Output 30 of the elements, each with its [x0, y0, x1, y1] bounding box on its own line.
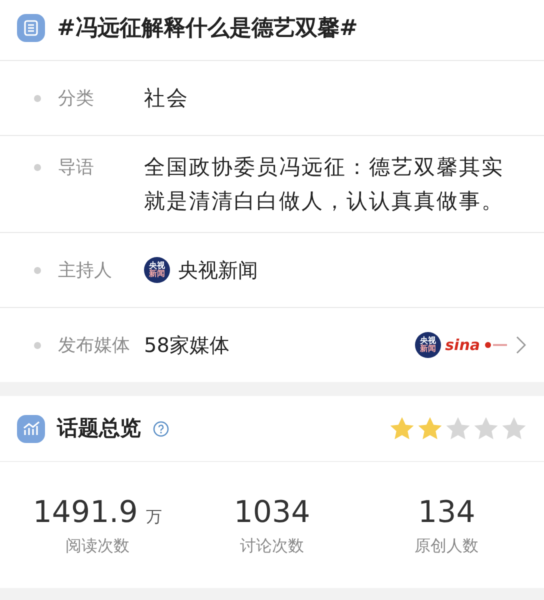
sina-logo: sina — [445, 334, 480, 356]
chart-icon — [17, 414, 45, 442]
stat-label: 阅读次数 — [65, 535, 130, 557]
host-name[interactable]: 央视新闻 — [178, 255, 258, 285]
media-count: 58家媒体 — [144, 332, 230, 359]
news-logo: 央视 新闻 — [415, 332, 442, 358]
stat-value: 1034 — [234, 496, 310, 530]
star-icon — [473, 416, 499, 441]
stat-label: 原创人数 — [414, 535, 479, 557]
detail-label: 主持人 — [58, 258, 112, 282]
star-icon — [501, 416, 527, 441]
detail-label: 发布媒体 — [58, 334, 130, 358]
star-icon — [445, 416, 471, 441]
chevron-right-icon[interactable] — [516, 336, 526, 354]
section-title: 话题总览 — [57, 414, 141, 442]
detail-value: 全国政协委员冯远征：德艺双馨其实就是清清白白做人，认认真真做事。 — [144, 154, 505, 215]
star-icon — [389, 416, 415, 441]
star-icon — [417, 416, 443, 441]
stat-value: 1491.9 — [32, 496, 138, 530]
detail-value: 社会 — [144, 85, 189, 112]
news-logo: 央视 新闻 — [144, 257, 170, 283]
list-icon — [17, 14, 45, 42]
detail-label: 分类 — [58, 86, 94, 110]
newspaper-logo-icon — [484, 340, 508, 350]
stat-value: 134 — [418, 496, 476, 530]
topic-title: #冯远征解释什么是德艺双馨# — [57, 14, 358, 42]
detail-label: 导语 — [58, 156, 94, 180]
stat-unit: 万 — [146, 506, 162, 528]
stat-label: 讨论次数 — [240, 535, 304, 557]
help-icon[interactable] — [153, 420, 169, 436]
